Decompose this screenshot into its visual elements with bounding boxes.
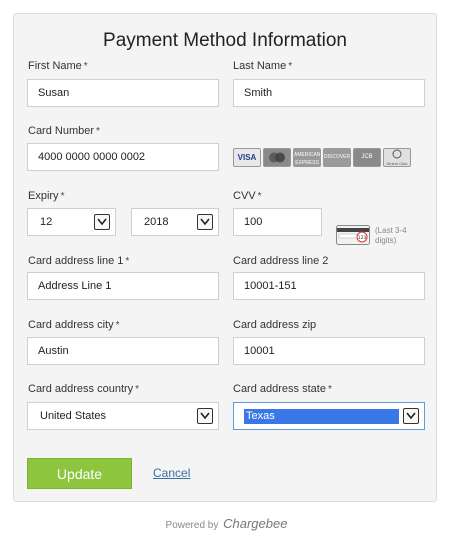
cvv-card-icon: 123 [336,225,370,250]
mastercard-icon [263,148,291,167]
city-label: Card address city * [28,319,120,331]
country-label: Card address country * [28,383,140,395]
chargebee-logo[interactable]: Chargebee [223,516,287,531]
diners-icon: Diners Club [383,148,411,167]
cvv-hint: (Last 3-4 digits) [375,226,407,245]
zip-label: Card address zip [233,319,317,331]
payment-form-card: Payment Method Information First Name * S… [13,13,437,502]
country-select[interactable]: United States [27,402,219,430]
state-label: Card address state * [233,383,332,395]
city-input[interactable]: Austin [27,337,219,365]
address-line2-label: Card address line 2 [233,255,329,267]
update-button[interactable]: Update [27,458,132,489]
jcb-icon: JCB [353,148,381,167]
first-name-label: First Name * [28,60,88,72]
state-select[interactable]: Texas [233,402,425,430]
cvv-input[interactable]: 100 [233,208,322,236]
address-line2-input[interactable]: 10001-151 [233,272,425,300]
form-title: Payment Method Information [103,30,347,51]
country-value: United States [40,410,107,422]
powered-by: Powered by Chargebee [0,516,453,531]
chevron-down-icon[interactable] [197,214,213,230]
visa-icon: VISA [233,148,261,167]
first-name-input[interactable]: Susan [27,79,219,107]
cvv-label: CVV * [233,190,262,202]
powered-by-text: Powered by [165,520,219,531]
chevron-down-icon[interactable] [403,408,419,424]
expiry-year-select[interactable]: 2018 [131,208,219,236]
chevron-down-icon[interactable] [94,214,110,230]
last-name-input[interactable]: Smith [233,79,425,107]
card-number-input[interactable]: 4000 0000 0000 0002 [27,143,219,171]
address-line1-input[interactable]: Address Line 1 [27,272,219,300]
zip-input[interactable]: 10001 [233,337,425,365]
chevron-down-icon[interactable] [197,408,213,424]
amex-icon: AMERICAN EXPRESS [293,148,321,167]
last-name-label: Last Name * [233,60,293,72]
discover-icon: DISCOVER [323,148,351,167]
expiry-month-value: 12 [40,216,53,228]
cancel-link[interactable]: Cancel [153,466,190,480]
svg-text:123: 123 [358,235,367,241]
expiry-year-value: 2018 [144,216,169,228]
expiry-label: Expiry * [28,190,65,202]
expiry-month-select[interactable]: 12 [27,208,116,236]
card-number-label: Card Number * [28,125,100,137]
address-line1-label: Card address line 1 * [28,255,130,267]
state-value: Texas [244,409,399,424]
